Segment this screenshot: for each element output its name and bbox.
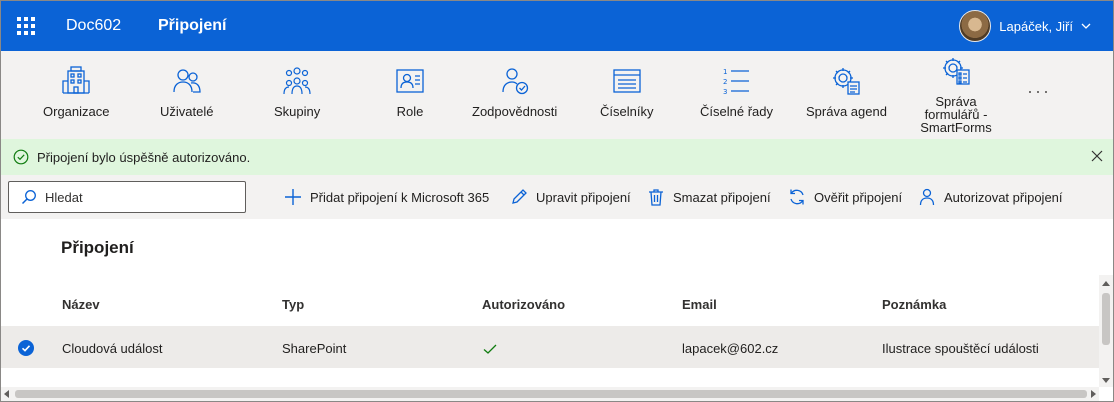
ribbon-item-label: Správa agend [806,104,887,119]
success-message-bar: Připojení bylo úspěšně autorizováno. [1,139,1113,175]
add-connection-label: Přidat připojení k Microsoft 365 [310,189,490,205]
ribbon-item-sprava-agend[interactable]: Správa agend [806,65,887,118]
scroll-up-icon[interactable] [1102,281,1110,286]
person-icon [919,188,935,206]
ribbon-item-label: Číselné řady [700,104,773,119]
authorize-connection-label: Autorizovat připojení [944,189,1063,205]
ribbon-item-uzivatele[interactable]: Uživatelé [160,65,213,118]
cell-name: Cloudová událost [62,341,163,356]
gear-document-icon [833,68,861,95]
ribbon-item-sprava-formularu[interactable]: Správa formulářů - SmartForms [909,55,1003,134]
horizontal-scroll-thumb[interactable] [15,390,1087,398]
authorized-check-icon [483,344,497,354]
section-title: Připojení [61,238,134,257]
id-card-icon [396,69,424,93]
edit-connection-label: Upravit připojení [536,189,631,205]
svg-text:3: 3 [723,88,727,96]
horizontal-scrollbar[interactable] [1,387,1099,401]
authorize-connection-button[interactable]: Autorizovat připojení [918,186,1063,208]
row-selected-check-icon[interactable] [18,340,34,356]
search-icon [21,190,36,205]
verify-connection-button[interactable]: Ověřit připojení [788,186,902,208]
ribbon-item-zodpovednosti[interactable]: Zodpovědnosti [472,65,557,118]
person-check-icon [501,68,528,95]
users-icon [173,69,201,93]
plus-icon [285,189,301,205]
column-header-poznamka[interactable]: Poznámka [882,297,946,312]
verify-connection-label: Ověřit připojení [814,189,903,205]
ribbon-item-skupiny[interactable]: Skupiny [274,65,320,118]
app-name[interactable]: Doc602 [66,17,121,35]
cell-email: lapacek@602.cz [682,341,779,356]
ribbon-item-role[interactable]: Role [394,65,426,118]
gear-form-icon [943,58,970,85]
column-header-nazev[interactable]: Název [62,297,100,312]
scroll-down-icon[interactable] [1102,378,1110,383]
page-title: Připojení [158,17,227,34]
more-options-icon[interactable]: ··· [1027,81,1051,102]
ribbon-item-label: Číselníky [600,104,654,119]
ribbon-item-label: Správa formulářů - SmartForms [920,94,992,135]
app-window: Doc602 Připojení Lapáček, Jiří Organizac… [0,0,1114,402]
top-bar: Doc602 Připojení Lapáček, Jiří [1,1,1113,51]
scroll-left-icon[interactable] [4,390,9,398]
group-icon [283,67,311,95]
cell-note: Ilustrace spouštěcí události [882,341,1039,356]
svg-text:1: 1 [723,68,727,76]
list-window-icon [613,69,641,93]
delete-connection-label: Smazat připojení [673,189,771,205]
search-input[interactable] [45,189,235,205]
ribbon-item-organizace[interactable]: Organizace [43,65,109,118]
command-bar: Přidat připojení k Microsoft 365 Upravit… [1,175,1113,219]
scroll-right-icon[interactable] [1091,390,1096,398]
edit-connection-button[interactable]: Upravit připojení [510,186,631,208]
ribbon-item-label: Skupiny [274,104,321,119]
user-name: Lapáček, Jiří [999,18,1073,34]
ribbon-item-label: Uživatelé [160,104,214,119]
avatar [959,10,992,42]
refresh-icon [790,189,804,205]
vertical-scroll-thumb[interactable] [1102,293,1110,345]
cell-type: SharePoint [282,341,347,356]
app-launcher-icon[interactable] [15,15,37,37]
chevron-down-icon [1081,23,1091,29]
column-header-email[interactable]: Email [682,297,717,312]
ribbon-item-label: Role [396,104,424,119]
numbered-list-icon: 1 2 3 [723,68,750,96]
user-menu[interactable]: Lapáček, Jiří [959,10,1091,42]
delete-connection-button[interactable]: Smazat připojení [647,186,771,208]
svg-text:2: 2 [723,78,727,86]
success-check-icon [13,149,29,165]
ribbon-item-ciselniky[interactable]: Číselníky [600,65,653,118]
admin-ribbon: Organizace Uživatelé Skupiny Role Zodpov… [1,51,1113,139]
ribbon-item-label: Organizace [43,104,110,119]
column-header-typ[interactable]: Typ [282,297,304,312]
search-box[interactable] [8,181,246,213]
column-header-autorizovano[interactable]: Autorizováno [482,297,565,312]
close-icon[interactable] [1091,150,1103,162]
add-connection-button[interactable]: Přidat připojení k Microsoft 365 [284,186,489,208]
pencil-icon [512,189,527,204]
success-message-text: Připojení bylo úspěšně autorizováno. [37,149,251,165]
building-icon [62,66,90,94]
trash-icon [649,189,663,206]
ribbon-item-label: Zodpovědnosti [472,104,558,119]
ribbon-item-ciselne-rady[interactable]: 1 2 3 Číselné řady [700,65,773,118]
vertical-scrollbar[interactable] [1099,275,1113,387]
